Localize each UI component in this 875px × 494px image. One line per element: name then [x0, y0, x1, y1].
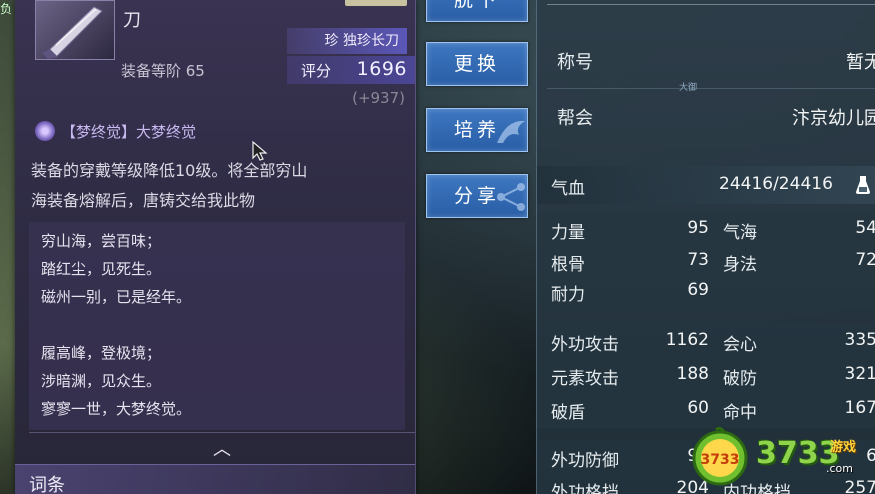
watermark-sub: 游戏: [830, 440, 857, 455]
stat-value: 69: [687, 280, 709, 300]
watermark-dotcom: .com: [826, 462, 853, 475]
hp-value: 24416/24416: [719, 174, 833, 194]
poem-line: 寥寥一世，大梦终觉。: [41, 400, 192, 418]
guild-label: 帮会: [557, 108, 593, 129]
affix-section-header[interactable]: 词条: [15, 464, 415, 494]
skill-title: 【梦终觉】大梦终觉: [61, 122, 197, 141]
stat-label: 外功攻击: [551, 335, 619, 355]
score-value: 1696: [356, 58, 407, 80]
score-box: 评分 1696: [287, 56, 415, 84]
watermark-logo-icon: 3733: [692, 426, 748, 486]
item-name: 刀: [123, 10, 141, 31]
stat-label: 根骨: [551, 255, 585, 275]
hp-label: 气血: [551, 179, 585, 199]
blade-icon: [35, 0, 115, 60]
stat-label: 破盾: [551, 403, 585, 423]
dragon-decor-icon: [497, 120, 525, 143]
cultivate-button[interactable]: 培养: [426, 108, 528, 152]
skill-swirl-icon: [35, 121, 55, 141]
section-title: 词条: [29, 475, 65, 494]
unequip-button[interactable]: 脱下: [426, 0, 528, 22]
attribute-group-offense: 外功攻击 1162 会心 335 元素攻击 188 破防 321 破盾 60 命…: [537, 324, 875, 428]
stat-label: 耐力: [551, 285, 585, 305]
divider: [547, 88, 875, 89]
potion-flask-icon[interactable]: [853, 175, 873, 195]
stat-label: 身法: [723, 255, 757, 275]
stat-value: 54: [855, 218, 875, 238]
score-label: 评分: [301, 62, 332, 80]
stat-value: 60: [687, 398, 709, 418]
stat-value: 321: [844, 364, 875, 384]
item-description: 装备的穿戴等级降低10级。将全部穷山 海装备熔解后，唐铸交给我此物: [31, 156, 411, 216]
replace-button[interactable]: 更换: [426, 42, 528, 86]
title-label: 称号: [557, 52, 593, 73]
small-tag: 大御: [679, 83, 698, 93]
chevron-up-icon[interactable]: ︿: [213, 435, 231, 461]
stat-label: 力量: [551, 223, 585, 243]
site-watermark: 3733 3733 游戏 .com: [690, 424, 875, 494]
equipment-tooltip: 刀 珍 独珍长刀 装备等阶 65 评分 1696 (+937) 【梦终觉】大梦终…: [15, 0, 416, 494]
guild-row: 帮会 汴京幼儿园: [537, 104, 875, 132]
hp-row: 气血 24416/24416: [537, 166, 875, 204]
poem-line: 涉暗渊，见众生。: [41, 372, 162, 390]
stat-value: 72: [855, 250, 875, 270]
stat-value: 188: [676, 364, 709, 384]
rarity-label: 珍 独珍长刀: [287, 28, 407, 54]
stat-label: 元素攻击: [551, 369, 619, 389]
panel-top-border: [547, 4, 875, 5]
stat-label: 破防: [723, 369, 757, 389]
stat-label: 外功格挡: [551, 483, 619, 494]
character-stats-panel: 称号 暂无 大御 帮会 汴京幼儿园 气血 24416/24416 力量 95 气…: [536, 0, 875, 494]
left-edge-text: 负: [0, 2, 13, 16]
stat-label: 会心: [723, 335, 757, 355]
stat-value: 335: [844, 330, 875, 350]
title-row: 称号 暂无: [537, 48, 875, 76]
description-line: 装备的穿戴等级降低10级。将全部穷山: [31, 161, 308, 180]
stat-label: 气海: [723, 223, 757, 243]
share-button[interactable]: 分享: [426, 174, 528, 218]
description-line: 海装备熔解后，唐铸交给我此物: [31, 191, 256, 210]
top-corner-tab: [345, 0, 407, 6]
stat-label: 外功防御: [551, 451, 619, 471]
guild-value: 汴京幼儿园: [792, 108, 875, 129]
stat-value: 1162: [665, 330, 709, 350]
score-diff: (+937): [352, 89, 405, 107]
poem-line: 磁州一别，已是经年。: [41, 288, 192, 306]
attribute-group-base: 力量 95 气海 54 根骨 73 身法 72 耐力 69: [537, 212, 875, 308]
skill-title-row: 【梦终觉】大梦终觉: [35, 120, 196, 142]
poem-line: 踏红尘，见死生。: [41, 260, 162, 278]
gear-level: 装备等阶 65: [121, 62, 205, 80]
stat-value: 73: [687, 250, 709, 270]
stat-value: 167: [844, 398, 875, 418]
title-value: 暂无: [846, 52, 875, 73]
poem-line: 穷山海，尝百味；: [41, 232, 162, 250]
flavor-poem-box: 穷山海，尝百味； 踏红尘，见死生。 磁州一别，已是经年。 履高峰，登极境； 涉暗…: [29, 222, 405, 430]
stat-value: 95: [687, 218, 709, 238]
poem-line: 履高峰，登极境；: [41, 344, 162, 362]
watermark-badge-text: 3733: [701, 452, 740, 468]
stat-label: 命中: [723, 403, 757, 423]
share-network-icon: [497, 183, 525, 211]
left-edge-strip: 负: [0, 0, 15, 494]
collapse-toggle[interactable]: ︿: [29, 432, 415, 461]
